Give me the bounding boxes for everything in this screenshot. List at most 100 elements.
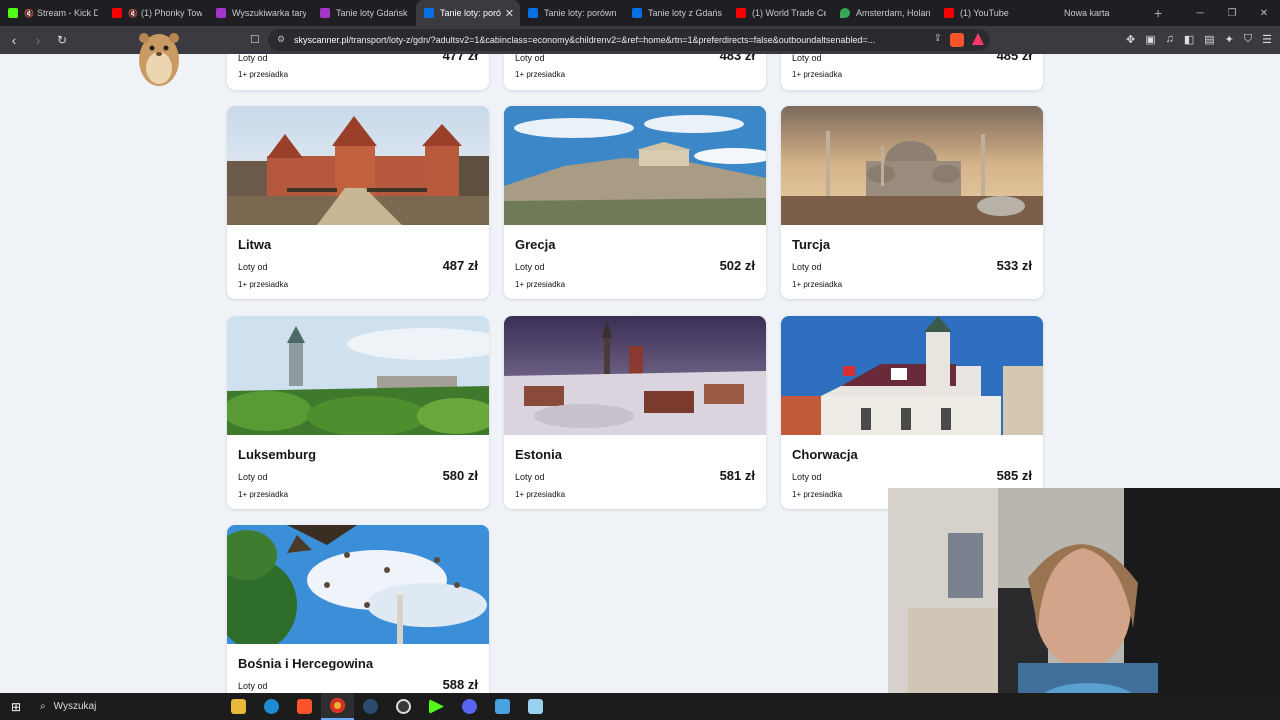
steam-icon[interactable] — [354, 693, 387, 720]
window-controls: ─ ❐ ✕ — [1184, 0, 1280, 26]
destination-card[interactable]: Loty od 485 zł 1+ przesiadka — [781, 54, 1043, 90]
tab-10[interactable]: Nowa karta — [1040, 0, 1144, 26]
stops-label: 1+ przesiadka — [792, 280, 843, 289]
tab-2[interactable]: Wyszukiwarka taryf — [208, 0, 312, 26]
destination-card-luksemburg[interactable]: Luksemburg Loty od 580 zł 1+ przesiadka — [227, 316, 489, 509]
destination-card-litwa[interactable]: Litwa Loty od 487 zł 1+ przesiadka — [227, 106, 489, 299]
tab-5[interactable]: Tanie loty: porówn — [520, 0, 624, 26]
destination-card[interactable]: Loty od 477 zł 1+ przesiadka — [227, 54, 489, 90]
notepad-icon[interactable] — [519, 693, 552, 720]
luxembourg-illustration — [227, 316, 489, 435]
from-label: Loty od — [238, 262, 268, 272]
tab-favicon — [528, 8, 538, 18]
stops-label: 1+ przesiadka — [515, 70, 566, 79]
tab-4-active[interactable]: Tanie loty: porów ✕ — [416, 0, 520, 26]
tab-title: Tanie loty z Gdańsk — [648, 8, 722, 18]
tab-title: (1) Phonky Town — [140, 8, 202, 18]
destination-card-bosnia[interactable]: Bośnia i Hercegowina Loty od 588 zł — [227, 525, 489, 693]
bookmark-icon[interactable]: ☐ — [250, 33, 260, 46]
stops-label: 1+ przesiadka — [792, 70, 843, 79]
mute-icon[interactable]: 🔇 — [128, 9, 138, 18]
destination-name: Turcja — [792, 237, 831, 252]
tab-title: (1) World Trade Cen — [752, 8, 826, 18]
share-icon[interactable]: ⇪ — [934, 33, 942, 47]
tab-0[interactable]: 🔇 Stream - Kick D — [0, 0, 104, 26]
tab-search-icon[interactable]: ▣ — [1145, 33, 1155, 46]
tab-favicon — [216, 8, 226, 18]
url-icons: ⇪ — [934, 33, 984, 47]
app-icon[interactable] — [486, 693, 519, 720]
destination-image — [504, 316, 766, 435]
price: 483 zł — [719, 54, 755, 63]
media-icon[interactable]: ♫ — [1166, 33, 1174, 46]
destination-image — [227, 525, 489, 644]
close-window-icon[interactable]: ✕ — [1248, 8, 1280, 19]
back-icon[interactable]: ‹ — [4, 32, 24, 48]
obs-icon[interactable] — [387, 693, 420, 720]
destination-card-turcja[interactable]: Turcja Loty od 533 zł 1+ przesiadka — [781, 106, 1043, 299]
menu-icon[interactable]: ☰ — [1262, 33, 1272, 46]
destination-name: Bośnia i Hercegowina — [238, 656, 374, 671]
from-label: Loty od — [515, 472, 545, 482]
url-text: skyscanner.pl/transport/loty-z/gdn/?adul… — [294, 35, 924, 45]
tab-9[interactable]: (1) YouTube — [936, 0, 1040, 26]
destination-image — [781, 316, 1043, 435]
tab-favicon — [112, 8, 122, 18]
discord-icon[interactable] — [453, 693, 486, 720]
price: 487 zł — [442, 258, 478, 273]
new-tab-icon[interactable]: + — [1154, 5, 1162, 21]
price: 533 zł — [996, 258, 1032, 273]
destination-name: Chorwacja — [792, 447, 858, 462]
tab-6[interactable]: Tanie loty z Gdańsk — [624, 0, 728, 26]
stops-label: 1+ przesiadka — [515, 280, 566, 289]
destination-card-estonia[interactable]: Estonia Loty od 581 zł 1+ przesiadka — [504, 316, 766, 509]
tab-title: Wyszukiwarka taryf — [232, 8, 306, 18]
restore-icon[interactable]: ❐ — [1216, 8, 1248, 19]
reload-icon[interactable]: ↻ — [52, 33, 72, 47]
mute-icon[interactable]: 🔇 — [24, 9, 34, 18]
leo-icon[interactable]: ✦ — [1225, 33, 1234, 46]
price: 477 zł — [442, 54, 478, 63]
brave-rewards-icon[interactable] — [972, 33, 984, 45]
destination-card[interactable]: Loty od 483 zł 1+ przesiadka — [504, 54, 766, 90]
extensions-icon[interactable]: ✥ — [1126, 33, 1135, 46]
brave-icon[interactable] — [288, 693, 321, 720]
tab-title: Nowa karta — [1064, 8, 1110, 18]
file-explorer-icon[interactable] — [222, 693, 255, 720]
edge-icon[interactable] — [255, 693, 288, 720]
pigeons-illustration — [227, 525, 489, 644]
from-label: Loty od — [238, 54, 268, 63]
forward-icon[interactable]: › — [28, 32, 48, 48]
tab-favicon — [8, 8, 18, 18]
minimize-icon[interactable]: ─ — [1184, 8, 1216, 19]
address-bar[interactable]: ⚙ skyscanner.pl/transport/loty-z/gdn/?ad… — [268, 29, 990, 51]
price: 588 zł — [442, 677, 478, 692]
from-label: Loty od — [792, 262, 822, 272]
destination-card-chorwacja[interactable]: Chorwacja Loty od 585 zł 1+ przesiadka — [781, 316, 1043, 509]
search-label: Wyszukaj — [53, 701, 97, 712]
sidebar-icon[interactable]: ◧ — [1184, 33, 1194, 46]
zagreb-church-illustration — [781, 316, 1043, 435]
from-label: Loty od — [792, 54, 822, 63]
tab-7[interactable]: (1) World Trade Cen — [728, 0, 832, 26]
tab-3[interactable]: Tanie loty Gdańsk — [312, 0, 416, 26]
mosque-illustration — [781, 106, 1043, 225]
wallet-icon[interactable]: ▤ — [1204, 33, 1214, 46]
price: 581 zł — [719, 468, 755, 483]
price: 580 zł — [442, 468, 478, 483]
site-settings-icon[interactable]: ⚙ — [277, 34, 285, 45]
tab-8[interactable]: Amsterdam, Holand — [832, 0, 936, 26]
vpn-icon[interactable]: ⛉ — [1244, 33, 1252, 46]
tab-favicon — [944, 8, 954, 18]
brave-shield-icon[interactable] — [950, 33, 964, 47]
close-tab-icon[interactable]: ✕ — [505, 7, 514, 20]
chrome-icon[interactable] — [321, 693, 354, 720]
from-label: Loty od — [238, 681, 268, 691]
taskbar-search[interactable]: ⌕ Wyszukaj — [32, 693, 222, 720]
kick-icon[interactable] — [420, 693, 453, 720]
destination-card-grecja[interactable]: Grecja Loty od 502 zł 1+ przesiadka — [504, 106, 766, 299]
tab-title: Tanie loty: porówn — [544, 8, 617, 18]
from-label: Loty od — [515, 262, 545, 272]
windows-start-icon[interactable]: ⊞ — [0, 700, 32, 714]
price: 585 zł — [996, 468, 1032, 483]
